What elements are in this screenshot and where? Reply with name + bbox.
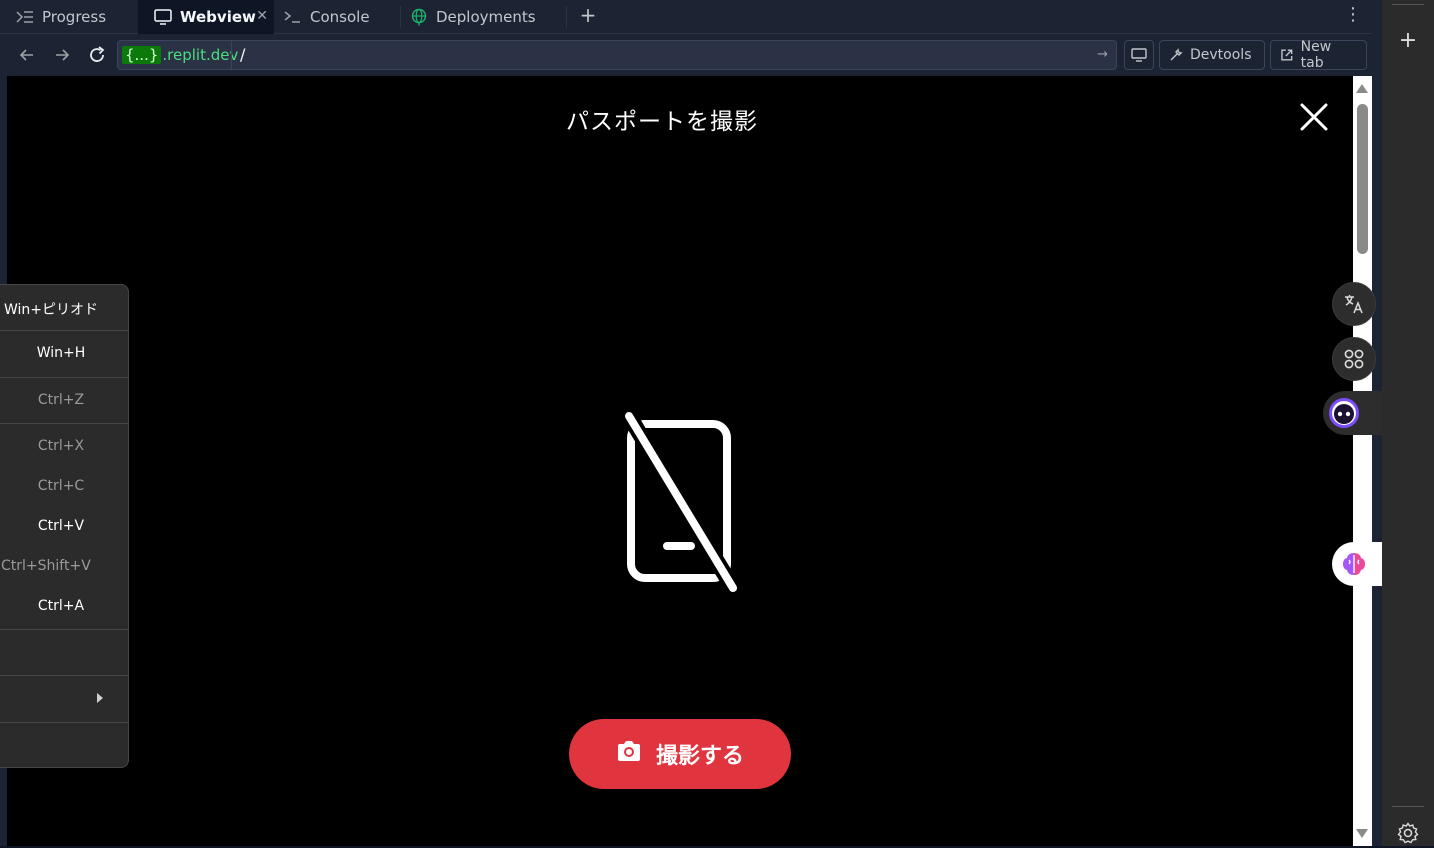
- menu-separator: [0, 629, 129, 630]
- menu-item-voice-typing[interactable]: Win+H: [0, 345, 129, 361]
- gear-icon[interactable]: [1397, 822, 1419, 848]
- vertical-scrollbar[interactable]: [1353, 76, 1372, 846]
- menu-separator: [0, 722, 129, 723]
- divider: [1392, 806, 1424, 807]
- brain-icon: [1343, 553, 1365, 575]
- assistant-tab[interactable]: [1323, 391, 1382, 435]
- page-title: パスポートを撮影: [566, 109, 758, 135]
- tab-deployments[interactable]: Deployments: [400, 0, 566, 34]
- devtools-button[interactable]: Devtools: [1159, 40, 1265, 70]
- menu-item-paste-plain: Ctrl+Shift+V: [1, 558, 91, 574]
- go-arrow-icon[interactable]: →: [1097, 47, 1108, 62]
- assistant-face-icon: [1329, 398, 1359, 428]
- add-tab-button[interactable]: +: [578, 3, 598, 27]
- arrow-right-icon: [56, 49, 70, 61]
- monitor-icon: [154, 9, 172, 25]
- scroll-up-arrow[interactable]: [1356, 84, 1368, 93]
- url-divider: [231, 41, 232, 69]
- new-tab-label: New tab: [1300, 39, 1332, 71]
- menu-item-paste[interactable]: Ctrl+V: [0, 518, 129, 534]
- monitor-icon: [1131, 48, 1147, 62]
- more-options-icon[interactable]: ⋮: [1344, 4, 1362, 25]
- tab-console[interactable]: Console: [274, 0, 400, 34]
- tab-divider: [566, 6, 567, 28]
- tab-label: Progress: [42, 8, 107, 26]
- no-device-icon: [617, 410, 741, 598]
- menu-item-undo: Ctrl+Z: [37, 392, 85, 408]
- translate-button[interactable]: [1332, 282, 1376, 326]
- capture-button[interactable]: 撮影する: [569, 719, 791, 789]
- reload-icon: [90, 46, 105, 62]
- domain-name: .replit.dev: [162, 46, 239, 64]
- external-link-icon: [1281, 49, 1293, 61]
- tab-bar: Progress Webview ✕ Console Deployments +…: [0, 0, 1382, 34]
- menu-separator: [0, 675, 129, 676]
- menu-separator: [0, 377, 129, 378]
- terminal-icon: [284, 10, 302, 24]
- device-preview-button[interactable]: [1124, 40, 1154, 70]
- close-icon[interactable]: [1297, 100, 1331, 138]
- wrench-icon: [1170, 48, 1183, 61]
- forward-button[interactable]: [49, 42, 75, 68]
- capture-label: 撮影する: [655, 743, 744, 768]
- tab-progress[interactable]: Progress: [0, 0, 138, 34]
- new-tab-button[interactable]: New tab: [1270, 39, 1367, 71]
- side-panel: +: [1382, 0, 1434, 846]
- back-button[interactable]: [14, 42, 40, 68]
- menu-separator: [0, 330, 129, 331]
- devtools-label: Devtools: [1190, 47, 1252, 63]
- add-icon[interactable]: +: [1382, 28, 1434, 53]
- submenu-arrow-icon[interactable]: [97, 693, 103, 703]
- apps-icon: [1344, 349, 1364, 369]
- camera-icon: [616, 740, 642, 768]
- url-path: /: [240, 45, 246, 64]
- scroll-down-arrow[interactable]: [1356, 829, 1368, 838]
- arrow-left-icon: [19, 49, 33, 61]
- tab-label: Deployments: [436, 8, 536, 26]
- globe-icon: [410, 8, 428, 26]
- tab-label: Console: [310, 8, 370, 26]
- webview-frame: パスポートを撮影 撮影する: [7, 76, 1353, 846]
- scrollbar-thumb[interactable]: [1357, 104, 1368, 254]
- brain-extension-tab[interactable]: [1332, 542, 1382, 586]
- translate-icon: [1345, 295, 1363, 314]
- reload-button[interactable]: [84, 42, 110, 68]
- context-menu: Win+ピリオド Win+H Ctrl+Z Ctrl+X Ctrl+C Ctrl…: [0, 284, 129, 768]
- tab-label: Webview: [180, 8, 256, 26]
- menu-item-select-all[interactable]: Ctrl+A: [0, 598, 129, 614]
- domain-brace: {...}: [122, 46, 162, 64]
- menu-item-cut: Ctrl+X: [37, 438, 85, 454]
- progress-icon: [16, 10, 34, 24]
- menu-item-copy: Ctrl+C: [37, 478, 85, 494]
- menu-separator: [0, 423, 129, 424]
- close-tab-icon[interactable]: ✕: [256, 8, 268, 24]
- divider: [1392, 4, 1424, 5]
- tab-webview[interactable]: Webview ✕: [138, 0, 274, 34]
- apps-button[interactable]: [1332, 337, 1376, 381]
- menu-item-emoji[interactable]: Win+ピリオド: [0, 299, 129, 319]
- domain-chip: {...} .replit.dev: [122, 44, 238, 66]
- url-input[interactable]: {...} .replit.dev / →: [117, 40, 1117, 70]
- url-toolbar: {...} .replit.dev / → Devtools New tab: [0, 34, 1382, 76]
